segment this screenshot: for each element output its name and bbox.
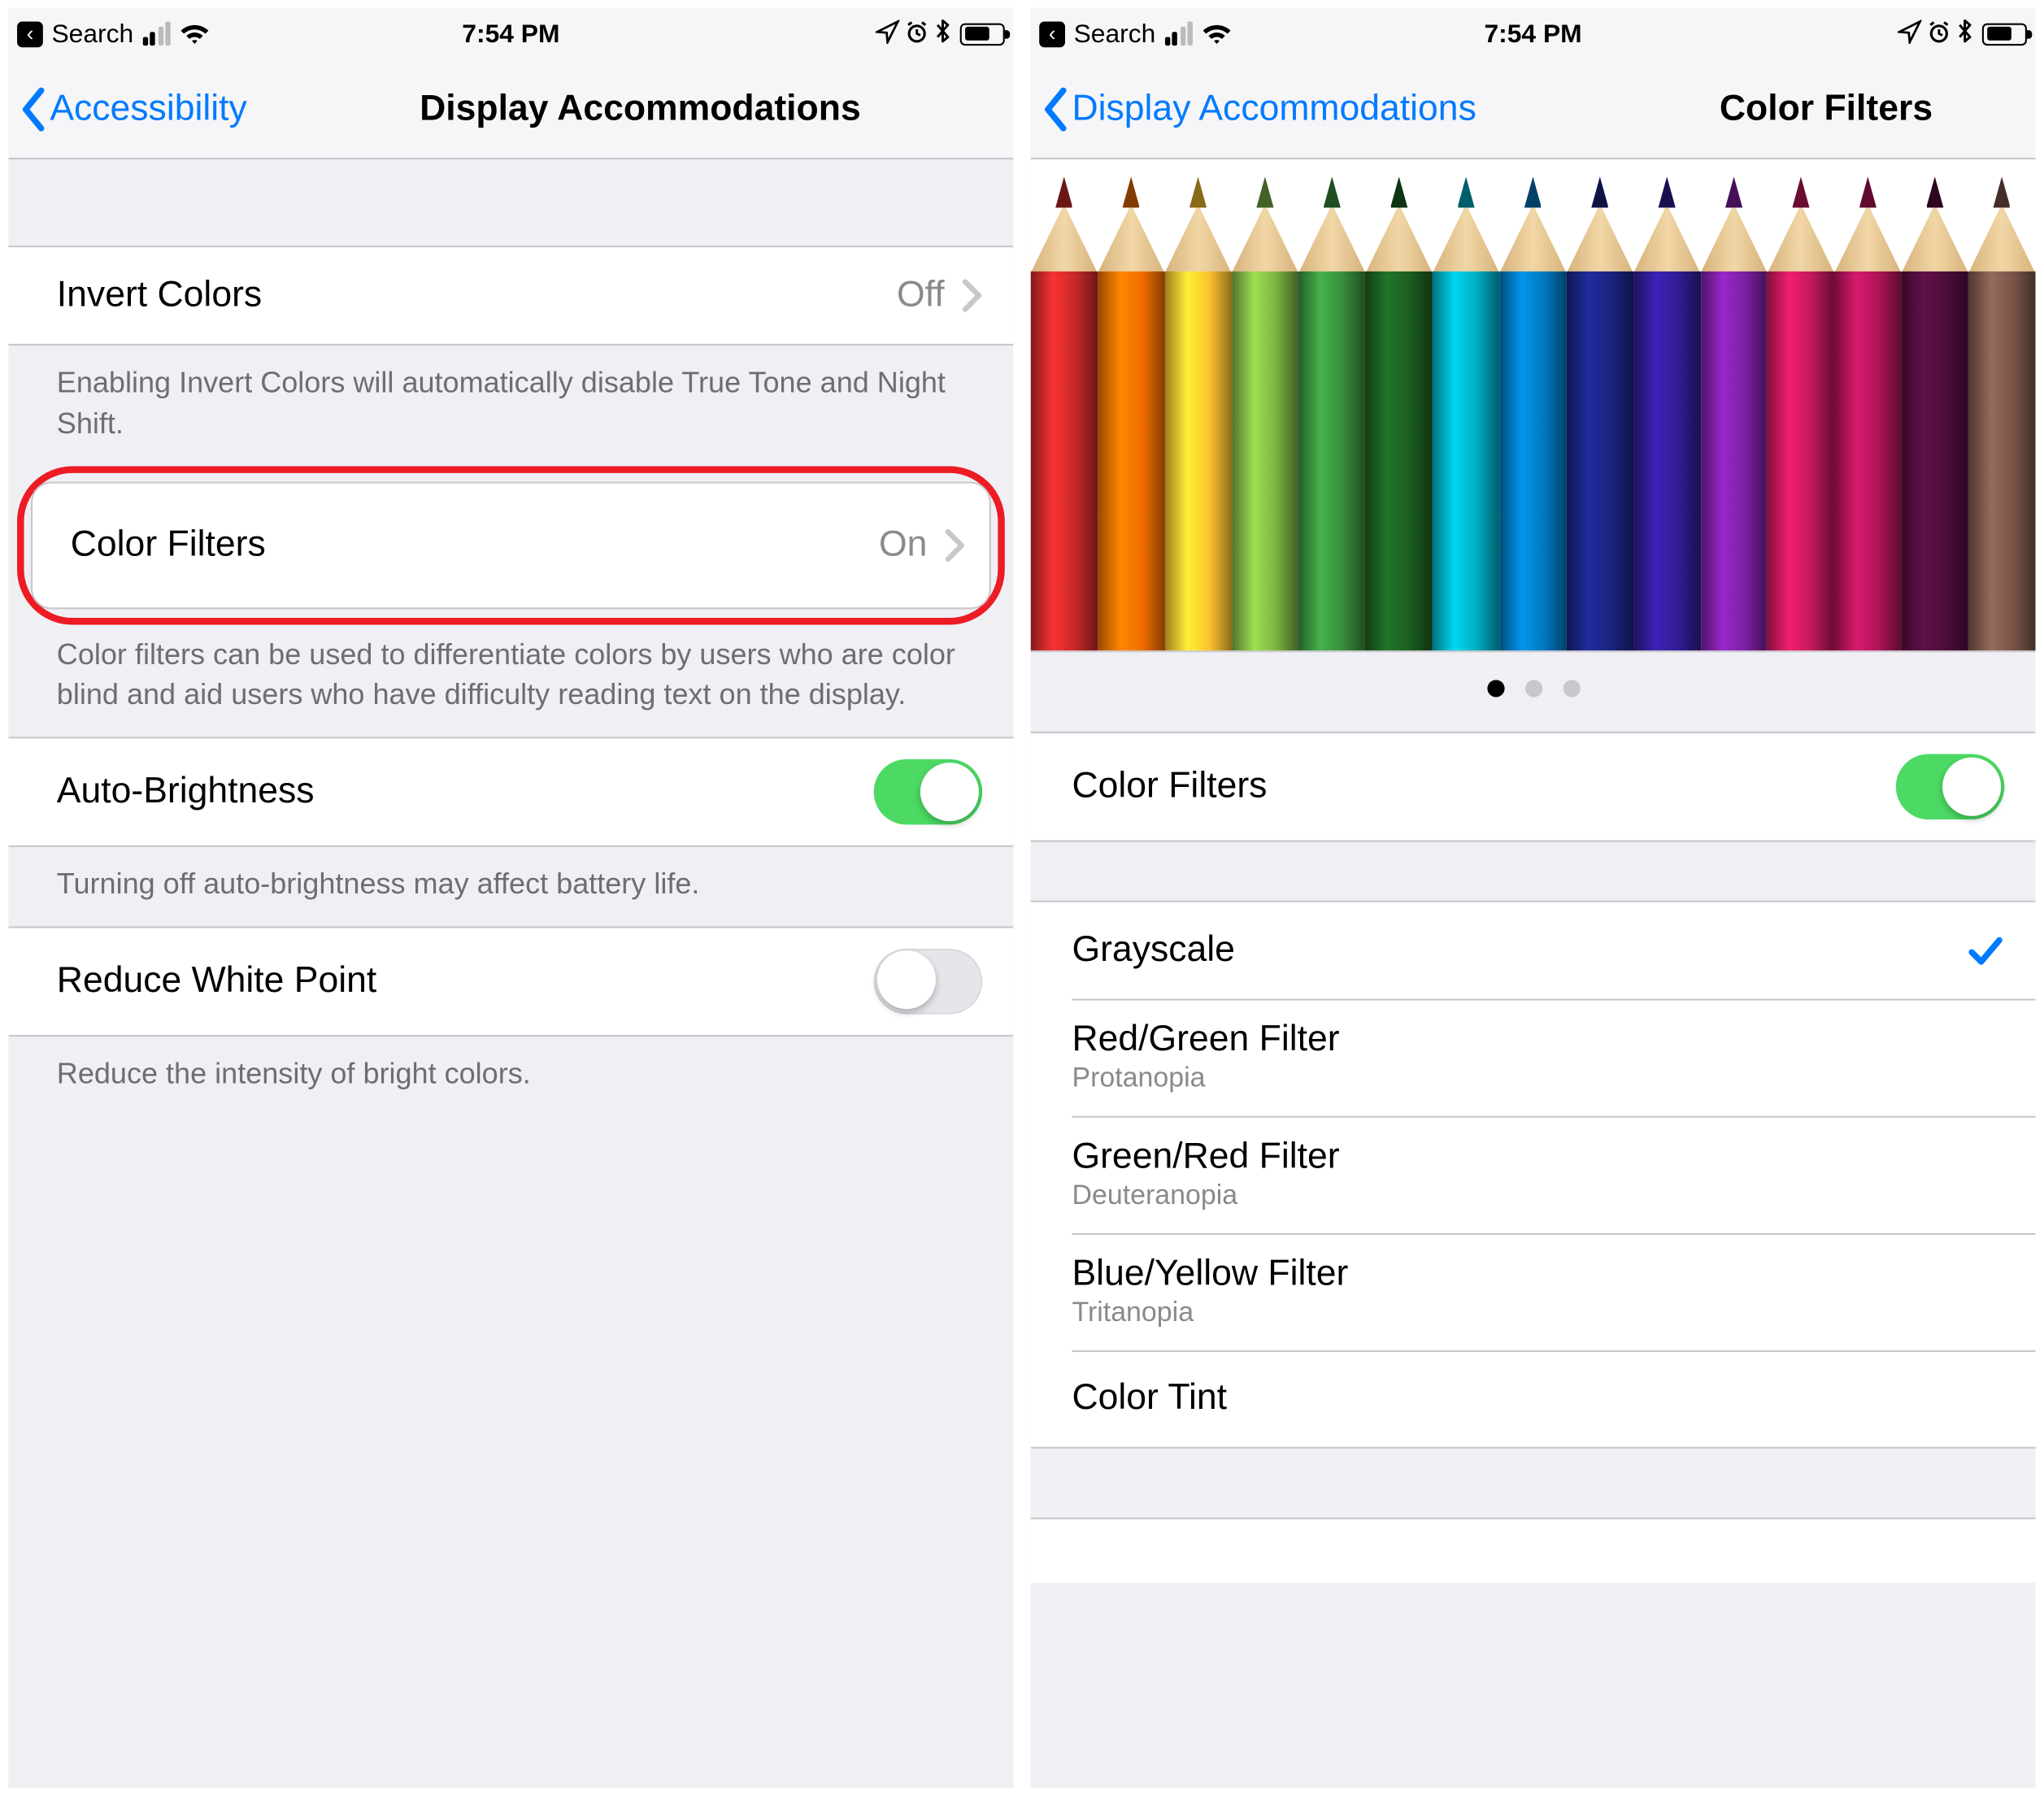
pencil — [1633, 176, 1700, 650]
filter-options-group: Grayscale Red/Green Filter Protanopia Green… — [1031, 900, 2036, 1448]
row-label: Reduce White Point — [57, 960, 376, 1002]
filter-option[interactable]: Color Tint — [1031, 1350, 2036, 1446]
note-auto-brightness: Turning off auto-brightness may affect b… — [8, 847, 1013, 926]
back-label: Display Accommodations — [1072, 88, 1476, 129]
pencil — [1298, 176, 1365, 650]
color-sample-pencils[interactable] — [1031, 159, 2036, 652]
checkmark-icon — [1967, 931, 2005, 969]
status-bar: ‹ Search 7:54 PM — [8, 7, 1013, 59]
highlight-color-filters: Color Filters On — [17, 465, 1005, 624]
back-button[interactable]: Display Accommodations — [1041, 84, 1476, 132]
chevron-right-icon — [962, 278, 982, 312]
back-button[interactable]: Accessibility — [19, 84, 247, 132]
row-label: Color Filters — [71, 524, 266, 565]
dot-3[interactable] — [1563, 680, 1580, 697]
note-invert: Enabling Invert Colors will automaticall… — [8, 346, 1013, 466]
dot-1[interactable] — [1486, 680, 1503, 697]
pencil — [1164, 176, 1231, 650]
option-label: Green/Red Filter — [1072, 1137, 1339, 1178]
status-time: 7:54 PM — [1031, 19, 2036, 48]
status-time: 7:54 PM — [8, 19, 1013, 48]
pencil — [1031, 176, 1098, 650]
option-label: Color Tint — [1072, 1377, 1227, 1419]
filter-option[interactable]: Grayscale — [1031, 902, 2036, 998]
row-label: Color Filters — [1072, 766, 1267, 807]
row-value: On — [879, 524, 927, 565]
screen-color-filters: ‹ Search 7:54 PM Display Accommodations … — [1031, 7, 2036, 1788]
pencil — [1366, 176, 1433, 650]
row-invert-colors[interactable]: Invert Colors Off — [8, 247, 1013, 344]
row-auto-brightness[interactable]: Auto-Brightness — [8, 738, 1013, 845]
pencil — [1499, 176, 1566, 650]
toggle-reduce-white-point[interactable] — [874, 949, 983, 1015]
battery-icon — [1982, 22, 2027, 45]
pencil — [1232, 176, 1298, 650]
filter-option[interactable]: Green/Red FilterDeuteranopia — [1031, 1115, 2036, 1232]
nav-bar: Display Accommodations Color Filters — [1031, 59, 2036, 159]
toggle-auto-brightness[interactable] — [874, 759, 983, 825]
filter-option[interactable]: Blue/Yellow FilterTritanopia — [1031, 1232, 2036, 1350]
empty-group — [1031, 1517, 2036, 1583]
chevron-left-icon — [19, 84, 50, 132]
pencil — [1567, 176, 1633, 650]
screen-display-accommodations: ‹ Search 7:54 PM — [8, 7, 1013, 1788]
battery-icon — [960, 22, 1005, 45]
toggle-color-filters[interactable] — [1896, 754, 2005, 819]
note-reduce-white-point: Reduce the intensity of bright colors. — [8, 1037, 1013, 1115]
dot-2[interactable] — [1524, 680, 1542, 697]
option-subtitle: Tritanopia — [1072, 1298, 1348, 1329]
pencil — [1433, 176, 1499, 650]
pencil — [1700, 176, 1767, 650]
row-color-filters[interactable]: Color Filters On — [33, 482, 989, 606]
chevron-left-icon — [1041, 84, 1072, 132]
row-reduce-white-point[interactable]: Reduce White Point — [8, 928, 1013, 1034]
option-label: Grayscale — [1072, 929, 1234, 971]
pencil — [1968, 176, 2035, 650]
chevron-right-icon — [945, 527, 965, 561]
option-subtitle: Deuteranopia — [1072, 1181, 1339, 1212]
row-color-filters-toggle[interactable]: Color Filters — [1031, 733, 2036, 840]
pencil — [1768, 176, 1834, 650]
pencil — [1902, 176, 1968, 650]
option-label: Red/Green Filter — [1072, 1019, 1339, 1060]
nav-bar: Accessibility Display Accommodations — [8, 59, 1013, 159]
pencil — [1098, 176, 1164, 650]
row-value: Off — [897, 275, 945, 316]
back-label: Accessibility — [50, 88, 246, 129]
row-label: Auto-Brightness — [57, 771, 315, 813]
pencil — [1834, 176, 1901, 650]
page-dots[interactable] — [1031, 652, 2036, 732]
row-label: Invert Colors — [57, 275, 262, 316]
note-color-filters: Color filters can be used to differentia… — [8, 617, 1013, 737]
option-subtitle: Protanopia — [1072, 1064, 1339, 1095]
status-bar: ‹ Search 7:54 PM — [1031, 7, 2036, 59]
filter-option[interactable]: Red/Green Filter Protanopia — [1031, 998, 2036, 1115]
option-label: Blue/Yellow Filter — [1072, 1254, 1348, 1295]
